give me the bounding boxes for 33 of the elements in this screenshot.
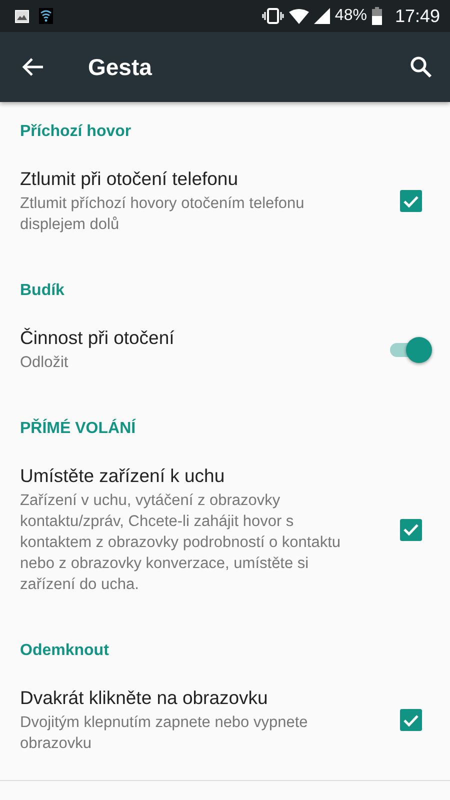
section-header: Odemknout (19, 641, 110, 661)
check-icon (403, 523, 419, 536)
checkbox[interactable] (400, 518, 422, 540)
clock: 17:49 (394, 6, 440, 26)
wifi-signal-icon (288, 8, 309, 24)
back-arrow-icon (22, 57, 44, 77)
setting-title: Dvakrát klikněte na obrazovku (20, 686, 269, 710)
section-header: PŘÍMÉ VOLÁNÍ (19, 418, 137, 439)
setting-summary: Odložit (20, 353, 70, 373)
setting-summary: Dvojitým klepnutím zapnete nebo vypnete obrazovku (20, 713, 309, 754)
wifi-icon (39, 8, 53, 24)
checkbox[interactable] (400, 709, 422, 731)
battery-icon (372, 7, 382, 25)
setting-title: Činnost při otočení (20, 326, 176, 350)
image-icon (15, 10, 29, 22)
battery-percent: 48% (334, 7, 367, 25)
screen-title: Gesta (88, 54, 152, 80)
setting-title: Ztlumit při otočení telefonu (20, 167, 239, 191)
setting-item[interactable]: Dvakrát klikněte na obrazovku Dvojitým klepnutím zapnete nebo vypnete obrazovku (0, 678, 450, 780)
check-icon (403, 194, 419, 208)
setting-title: Umístěte zařízení k uchu (20, 464, 226, 488)
checkbox[interactable] (400, 190, 422, 212)
toggle-switch[interactable] (388, 336, 432, 362)
setting-item[interactable]: Ztlumit při otočení telefonu Ztlumit příchozí hovory otočením telefonu displejem dolů (0, 159, 450, 261)
section-header: Příchozí hovor (19, 122, 132, 142)
setting-summary: Zařízení v uchu, vytáčení z obrazovky kontaktu/zpráv, Chcete-li zahájit hovor s kontaktem z obrazovky podrobností o kontaktu nebo z obrazovky konverzace, umístěte si zařízení do ucha. (20, 491, 342, 595)
vibrate-icon (262, 8, 284, 24)
search-icon (410, 56, 432, 78)
check-icon (403, 714, 419, 726)
setting-summary: Ztlumit příchozí hovory otočením telefonu displejem dolů (20, 194, 306, 235)
setting-item[interactable]: Činnost při otočení Odložit (0, 318, 450, 399)
cell-signal-icon (314, 8, 330, 24)
section-header: Budík (19, 281, 66, 301)
